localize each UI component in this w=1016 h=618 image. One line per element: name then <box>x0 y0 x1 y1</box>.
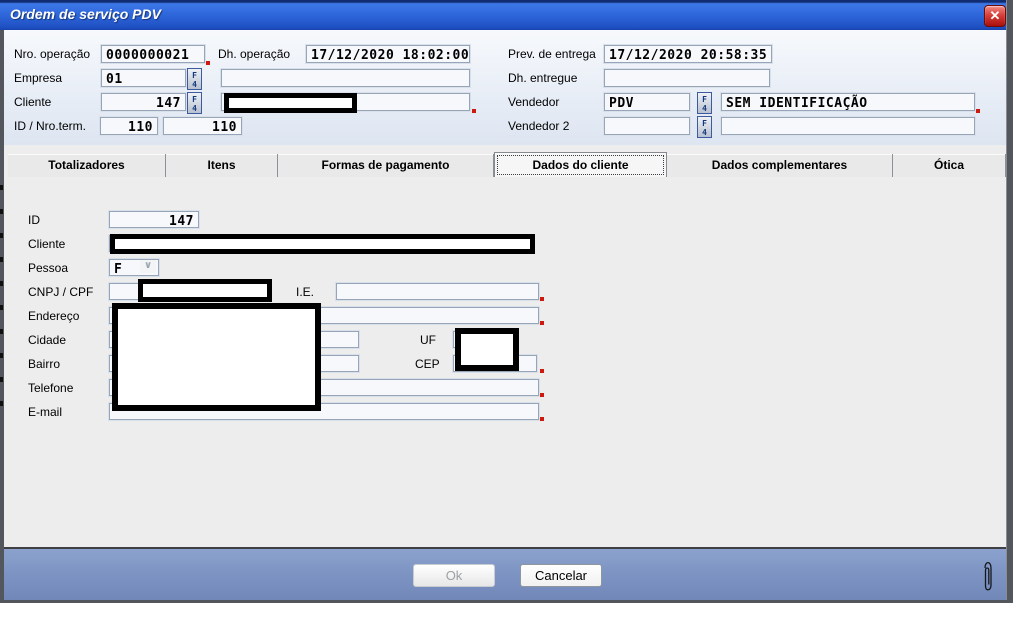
id-nro-term-label: ID / Nro.term. <box>14 119 86 133</box>
id-label: ID <box>28 213 40 227</box>
dh-entregue-field[interactable] <box>603 68 771 88</box>
tab-otica[interactable]: Ótica <box>893 154 1006 177</box>
prev-entrega-field[interactable]: 17/12/2020 20:58:35 <box>603 44 773 64</box>
redaction-box <box>224 93 357 113</box>
id-field[interactable]: 147 <box>108 210 200 229</box>
footer-bar <box>0 547 1006 600</box>
email-label: E-mail <box>28 405 62 419</box>
pessoa-label: Pessoa <box>28 261 68 275</box>
tab-itens[interactable]: Itens <box>166 154 278 177</box>
required-marker <box>540 417 544 421</box>
title-bar: Ordem de serviço PDV <box>0 0 1006 30</box>
vendedor-name-field[interactable]: SEM IDENTIFICAÇÃO <box>720 92 976 112</box>
vendedor-code-field[interactable]: PDV <box>603 92 691 112</box>
vendedor2-f4-button[interactable]: F4 <box>697 116 712 138</box>
chevron-down-icon[interactable]: ∨ <box>140 260 156 273</box>
cliente-label: Cliente <box>14 95 51 109</box>
cidade-label: Cidade <box>28 333 66 347</box>
redaction-box <box>455 328 519 371</box>
tab-dados-do-cliente[interactable]: Dados do cliente <box>494 152 667 177</box>
cep-label: CEP <box>415 357 440 371</box>
uf-label: UF <box>420 333 436 347</box>
redaction-box <box>110 234 535 254</box>
empresa-name-field[interactable] <box>220 68 471 88</box>
window-border-bottom <box>0 600 1013 603</box>
cliente-code-field[interactable]: 147 <box>100 92 187 112</box>
window-border-right <box>1006 0 1013 603</box>
required-marker <box>976 109 980 113</box>
ok-button[interactable]: Ok <box>413 564 495 587</box>
cancel-button[interactable]: Cancelar <box>520 564 602 587</box>
dh-operacao-field[interactable]: 17/12/2020 18:02:00 <box>305 44 471 64</box>
dh-operacao-label: Dh. operação <box>218 47 290 61</box>
terminal-id-field[interactable]: 110 <box>99 116 159 136</box>
prev-entrega-label: Prev. de entrega <box>508 47 596 61</box>
empresa-f4-button[interactable]: F4 <box>187 68 202 90</box>
vendedor-label: Vendedor <box>508 95 559 109</box>
required-marker <box>472 109 476 113</box>
redaction-box <box>138 279 272 302</box>
tab-dados-complementares[interactable]: Dados complementares <box>667 154 893 177</box>
cliente-f4-button[interactable]: F4 <box>187 92 202 114</box>
terminal-num-field[interactable]: 110 <box>162 116 243 136</box>
cnpj-cpf-label: CNPJ / CPF <box>28 285 93 299</box>
dh-entregue-label: Dh. entregue <box>508 71 577 85</box>
tab-totalizadores[interactable]: Totalizadores <box>8 154 166 177</box>
ordem-servico-dialog: Ordem de serviço PDV ✕ Nro. operação 000… <box>0 0 1013 603</box>
empresa-code-field[interactable]: 01 <box>100 68 187 88</box>
vendedor2-code-field[interactable] <box>603 116 691 136</box>
bairro-label: Bairro <box>28 357 60 371</box>
screen: Ordem de serviço PDV ✕ Nro. operação 000… <box>0 0 1016 618</box>
cliente-nome-label: Cliente <box>28 237 65 251</box>
required-marker <box>206 61 210 65</box>
ie-label: I.E. <box>296 285 314 299</box>
dialog-title: Ordem de serviço PDV <box>10 6 161 22</box>
required-marker <box>540 393 544 397</box>
required-marker <box>540 297 544 301</box>
vendedor2-label: Vendedor 2 <box>508 119 569 133</box>
paperclip-icon[interactable] <box>980 560 996 594</box>
ie-field[interactable] <box>335 282 540 301</box>
required-marker <box>540 369 544 373</box>
nro-operacao-field[interactable]: 0000000021 <box>100 44 206 64</box>
nro-operacao-label: Nro. operação <box>14 47 90 61</box>
tab-formas-de-pagamento[interactable]: Formas de pagamento <box>278 154 494 177</box>
vendedor-f4-button[interactable]: F4 <box>697 92 712 114</box>
telefone-label: Telefone <box>28 381 73 395</box>
endereco-label: Endereço <box>28 309 79 323</box>
window-border-ticks <box>0 185 3 425</box>
close-icon[interactable]: ✕ <box>984 5 1006 27</box>
required-marker <box>540 321 544 325</box>
vendedor2-name-field[interactable] <box>720 116 976 136</box>
redaction-box <box>112 303 321 411</box>
empresa-label: Empresa <box>14 71 62 85</box>
